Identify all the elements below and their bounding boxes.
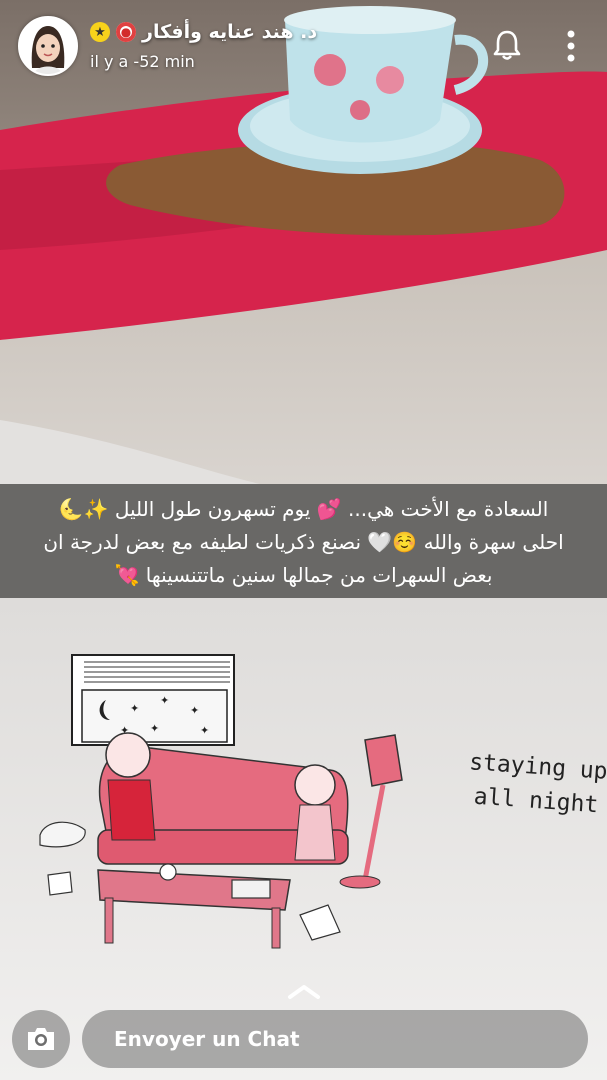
caption-line: احلى سهرة والله ☺️🤍 نصنع ذكريات لطيفه مع… — [43, 530, 564, 554]
avatar[interactable] — [18, 16, 78, 76]
more-vertical-icon[interactable] — [557, 28, 585, 64]
caption-line: السعادة مع الأخت هي... 💕 يوم تسهرون طول … — [58, 497, 549, 521]
target-emoji-icon: ● — [116, 22, 136, 42]
reply-bar: Envoyer un Chat — [0, 1004, 607, 1080]
illustration-handwritten-text: staying up all night — [466, 745, 607, 822]
camera-icon — [28, 1028, 54, 1050]
bitmoji-avatar-icon — [20, 18, 76, 74]
star-badge-icon: ★ — [90, 22, 110, 42]
story-header: ★ ● د. هند عنايه وأفكار il y a -52 min — [0, 0, 607, 90]
caption-line: بعض السهرات من جمالها سنين ماتتنسينها 💘 — [114, 563, 493, 587]
svg-text:✦: ✦ — [160, 694, 169, 707]
svg-text:✦: ✦ — [190, 704, 199, 717]
chat-input[interactable]: Envoyer un Chat — [82, 1010, 588, 1068]
svg-text:✦: ✦ — [200, 724, 209, 737]
story-caption: السعادة مع الأخت هي... 💕 يوم تسهرون طول … — [0, 484, 607, 598]
story-timestamp: il y a -52 min — [90, 52, 195, 71]
svg-text:✦: ✦ — [130, 702, 139, 715]
story-title-row: ★ ● د. هند عنايه وأفكار — [90, 18, 317, 46]
camera-button[interactable] — [12, 1010, 70, 1068]
svg-text:✦: ✦ — [150, 722, 159, 735]
bell-icon[interactable] — [490, 28, 524, 62]
story-title[interactable]: د. هند عنايه وأفكار — [142, 21, 317, 43]
chevron-up-icon[interactable] — [284, 982, 324, 1002]
